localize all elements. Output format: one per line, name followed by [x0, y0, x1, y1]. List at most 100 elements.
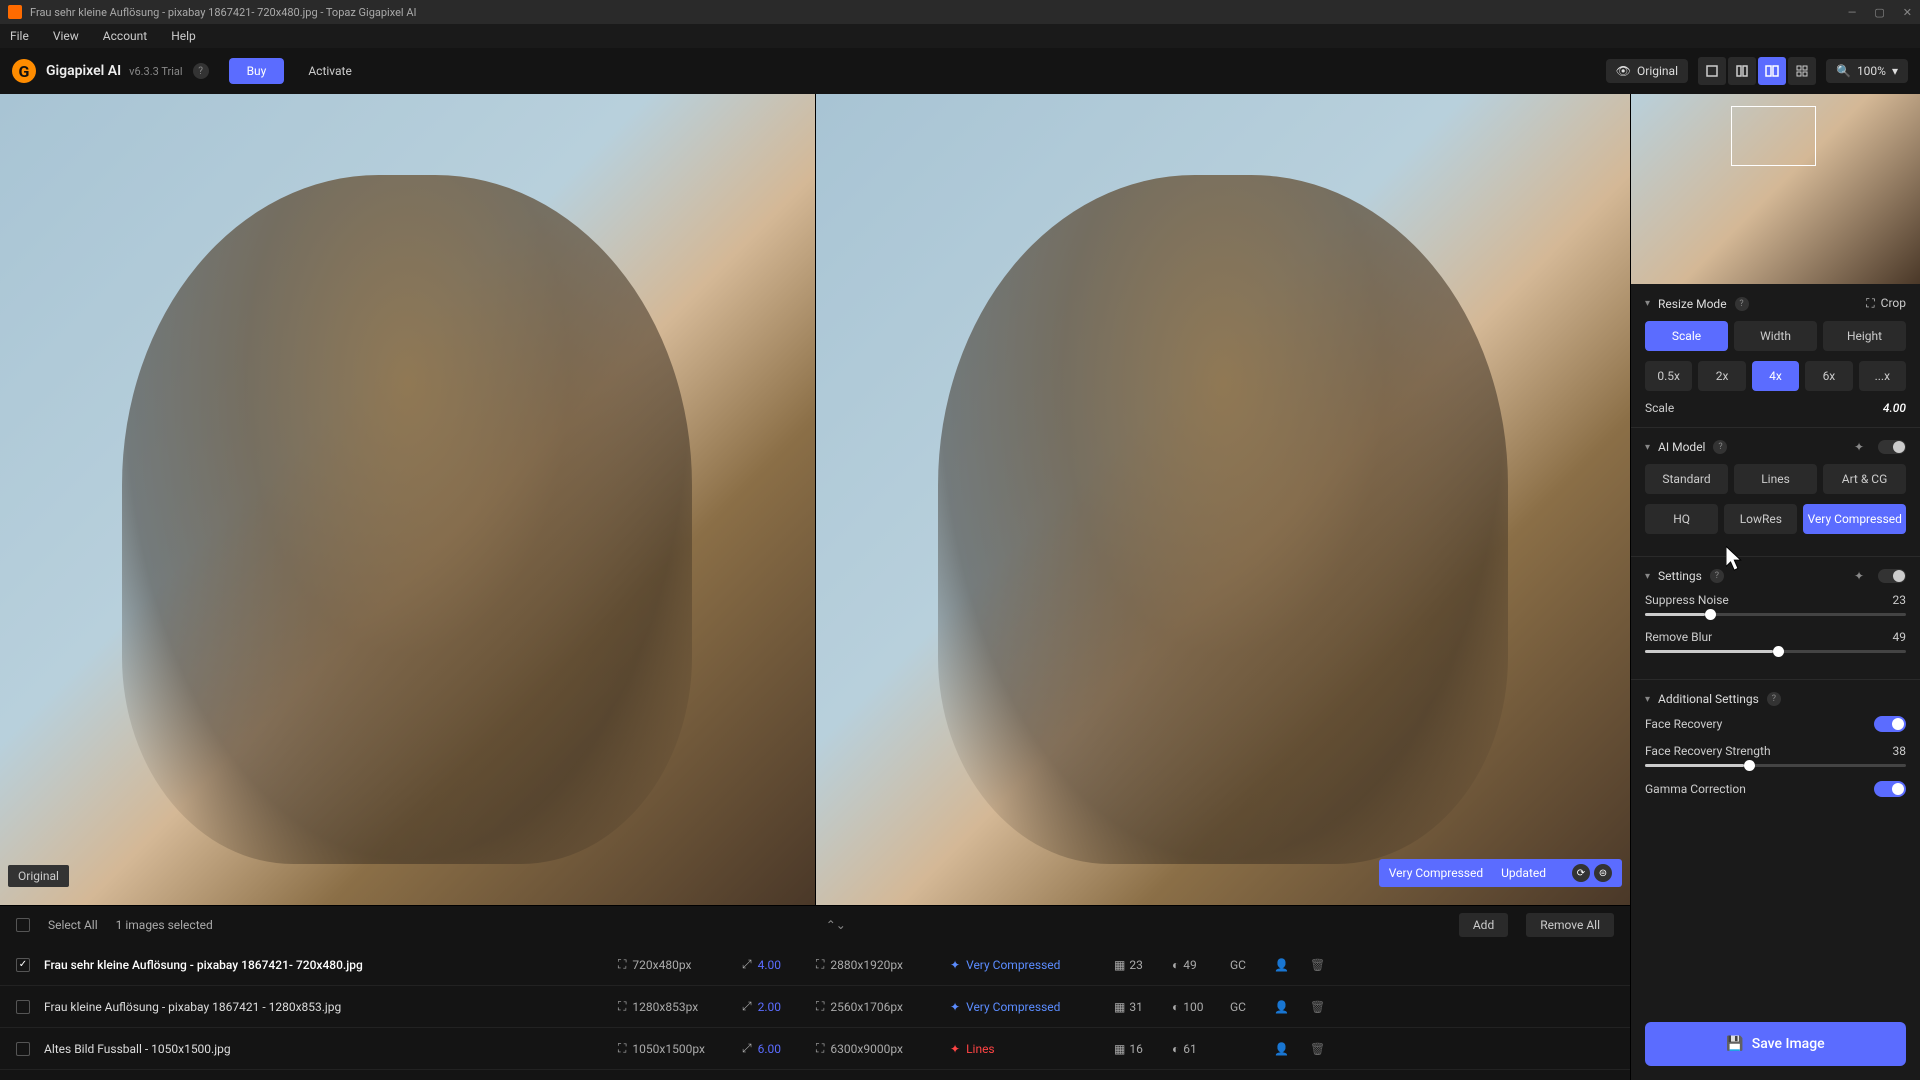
- file-row[interactable]: ✓ Frau sehr kleine Auflösung - pixabay 1…: [0, 944, 1630, 986]
- processed-image-pane[interactable]: Very Compressed Updated ⟳ ⊜: [816, 94, 1631, 905]
- chevron-down-icon[interactable]: ▾: [1645, 571, 1650, 582]
- view-single-icon[interactable]: [1698, 57, 1726, 85]
- face-icon: 👤: [1274, 958, 1296, 972]
- model-hq[interactable]: HQ: [1645, 504, 1718, 534]
- save-icon: 💾: [1726, 1036, 1743, 1052]
- chevron-down-icon[interactable]: ▾: [1645, 298, 1650, 309]
- menubar: File View Account Help: [0, 24, 1920, 48]
- output-dimensions: ⛶6300x9000px: [816, 1041, 936, 1056]
- auto-model-toggle[interactable]: [1878, 440, 1906, 454]
- face-recovery-toggle[interactable]: [1874, 716, 1906, 732]
- model-art-cg[interactable]: Art & CG: [1823, 464, 1906, 494]
- preview-area: Original Very Compressed Updated ⟳ ⊜ Sel…: [0, 94, 1630, 1080]
- model-icon: ✦: [950, 1042, 960, 1056]
- auto-settings-toggle[interactable]: [1878, 569, 1906, 583]
- model-very-compressed[interactable]: Very Compressed: [1803, 504, 1906, 534]
- delete-icon[interactable]: 🗑: [1310, 958, 1332, 972]
- zoom-icon: 🔍: [1836, 64, 1851, 78]
- view-split-v-icon[interactable]: [1728, 57, 1756, 85]
- maximize-icon[interactable]: ▢: [1874, 6, 1884, 19]
- scale-icon: ⤢: [742, 1041, 752, 1056]
- scale-6x[interactable]: 6x: [1805, 361, 1852, 391]
- noise-param: ▦23: [1114, 958, 1158, 972]
- gamma-badge: GC: [1230, 1000, 1260, 1014]
- crop-button[interactable]: ⛶ Crop: [1866, 296, 1906, 311]
- suppress-noise-slider[interactable]: [1645, 613, 1906, 616]
- chevron-down-icon[interactable]: ▾: [1645, 442, 1650, 453]
- help-icon[interactable]: ?: [1713, 440, 1727, 454]
- menu-account[interactable]: Account: [103, 29, 147, 43]
- activate-button[interactable]: Activate: [294, 58, 366, 84]
- minimize-icon[interactable]: —: [1848, 6, 1857, 19]
- gamma-correction-toggle[interactable]: [1874, 781, 1906, 797]
- noise-icon: ▦: [1114, 958, 1125, 972]
- file-row[interactable]: Frau kleine Auflösung - pixabay 1867421 …: [0, 986, 1630, 1028]
- file-list: Select All 1 images selected ⌃⌄ Add Remo…: [0, 905, 1630, 1080]
- dimensions-icon: ⛶: [618, 957, 626, 972]
- scale-2x[interactable]: 2x: [1698, 361, 1745, 391]
- menu-file[interactable]: File: [10, 29, 29, 43]
- file-name: Frau sehr kleine Auflösung - pixabay 186…: [44, 958, 604, 972]
- close-icon[interactable]: ✕: [1903, 6, 1912, 19]
- collapse-toggle[interactable]: ⌃⌄: [826, 918, 846, 932]
- window-controls: — ▢ ✕: [1848, 6, 1912, 19]
- row-checkbox[interactable]: ✓: [16, 958, 30, 972]
- original-image-pane[interactable]: Original: [0, 94, 816, 905]
- model-lowres[interactable]: LowRes: [1724, 504, 1797, 534]
- model-lines[interactable]: Lines: [1734, 464, 1817, 494]
- navigator-thumbnail[interactable]: [1631, 94, 1920, 284]
- auto-icon: ✦: [1854, 440, 1864, 454]
- select-all-label[interactable]: Select All: [48, 918, 98, 932]
- file-row[interactable]: Altes Bild Fussball - 1050x1500.jpg ⛶105…: [0, 1028, 1630, 1070]
- delete-icon[interactable]: 🗑: [1310, 1000, 1332, 1014]
- scale-value: ⤢4.00: [742, 957, 802, 972]
- app-icon: [8, 5, 22, 19]
- blur-icon: ◐: [1172, 958, 1179, 972]
- resize-mode-panel: ▾ Resize Mode ? ⛶ Crop Scale Width Heigh…: [1631, 284, 1920, 428]
- face-strength-slider[interactable]: [1645, 764, 1906, 767]
- remove-all-button[interactable]: Remove All: [1526, 913, 1614, 937]
- selected-count: 1 images selected: [116, 918, 213, 932]
- zoom-control[interactable]: 🔍 100% ▾: [1826, 59, 1908, 83]
- crop-icon: ⛶: [1866, 296, 1874, 311]
- navigator-viewport-box[interactable]: [1731, 106, 1816, 166]
- help-icon[interactable]: ?: [1710, 569, 1724, 583]
- mode-scale[interactable]: Scale: [1645, 321, 1728, 351]
- model-name: ✦Very Compressed: [950, 958, 1100, 972]
- help-icon[interactable]: ?: [1767, 692, 1781, 706]
- delete-icon[interactable]: 🗑: [1310, 1042, 1332, 1056]
- compare-icon[interactable]: ⊜: [1594, 864, 1612, 882]
- mode-height[interactable]: Height: [1823, 321, 1906, 351]
- original-toggle[interactable]: 👁 Original: [1606, 59, 1688, 83]
- help-icon[interactable]: ?: [1735, 297, 1749, 311]
- window-titlebar: Frau sehr kleine Auflösung - pixabay 186…: [0, 0, 1920, 24]
- help-icon[interactable]: ?: [193, 63, 209, 79]
- view-grid-icon[interactable]: [1788, 57, 1816, 85]
- remove-blur-slider[interactable]: [1645, 650, 1906, 653]
- refresh-icon[interactable]: ⟳: [1572, 864, 1590, 882]
- model-standard[interactable]: Standard: [1645, 464, 1728, 494]
- select-all-checkbox[interactable]: [16, 918, 30, 932]
- menu-help[interactable]: Help: [171, 29, 196, 43]
- toolbar: G Gigapixel AI v6.3.3 Trial ? Buy Activa…: [0, 48, 1920, 94]
- blur-param: ◐49: [1172, 958, 1216, 972]
- eye-icon: 👁: [1616, 64, 1631, 78]
- blur-param: ◐100: [1172, 1000, 1216, 1014]
- mode-width[interactable]: Width: [1734, 321, 1817, 351]
- scale-value: ⤢6.00: [742, 1041, 802, 1056]
- face-icon: 👤: [1274, 1042, 1296, 1056]
- scale-icon: ⤢: [742, 999, 752, 1014]
- add-button[interactable]: Add: [1459, 913, 1508, 937]
- row-checkbox[interactable]: [16, 1000, 30, 1014]
- scale-0-5x[interactable]: 0.5x: [1645, 361, 1692, 391]
- view-side-by-side-icon[interactable]: [1758, 57, 1786, 85]
- row-checkbox[interactable]: [16, 1042, 30, 1056]
- chevron-down-icon[interactable]: ▾: [1645, 694, 1650, 705]
- additional-settings-panel: ▾ Additional Settings ? Face Recovery Fa…: [1631, 680, 1920, 821]
- buy-button[interactable]: Buy: [229, 58, 285, 84]
- window-title: Frau sehr kleine Auflösung - pixabay 186…: [30, 6, 1848, 19]
- scale-4x[interactable]: 4x: [1752, 361, 1799, 391]
- menu-view[interactable]: View: [53, 29, 79, 43]
- scale-custom[interactable]: ...x: [1859, 361, 1906, 391]
- save-image-button[interactable]: 💾 Save Image: [1645, 1022, 1906, 1066]
